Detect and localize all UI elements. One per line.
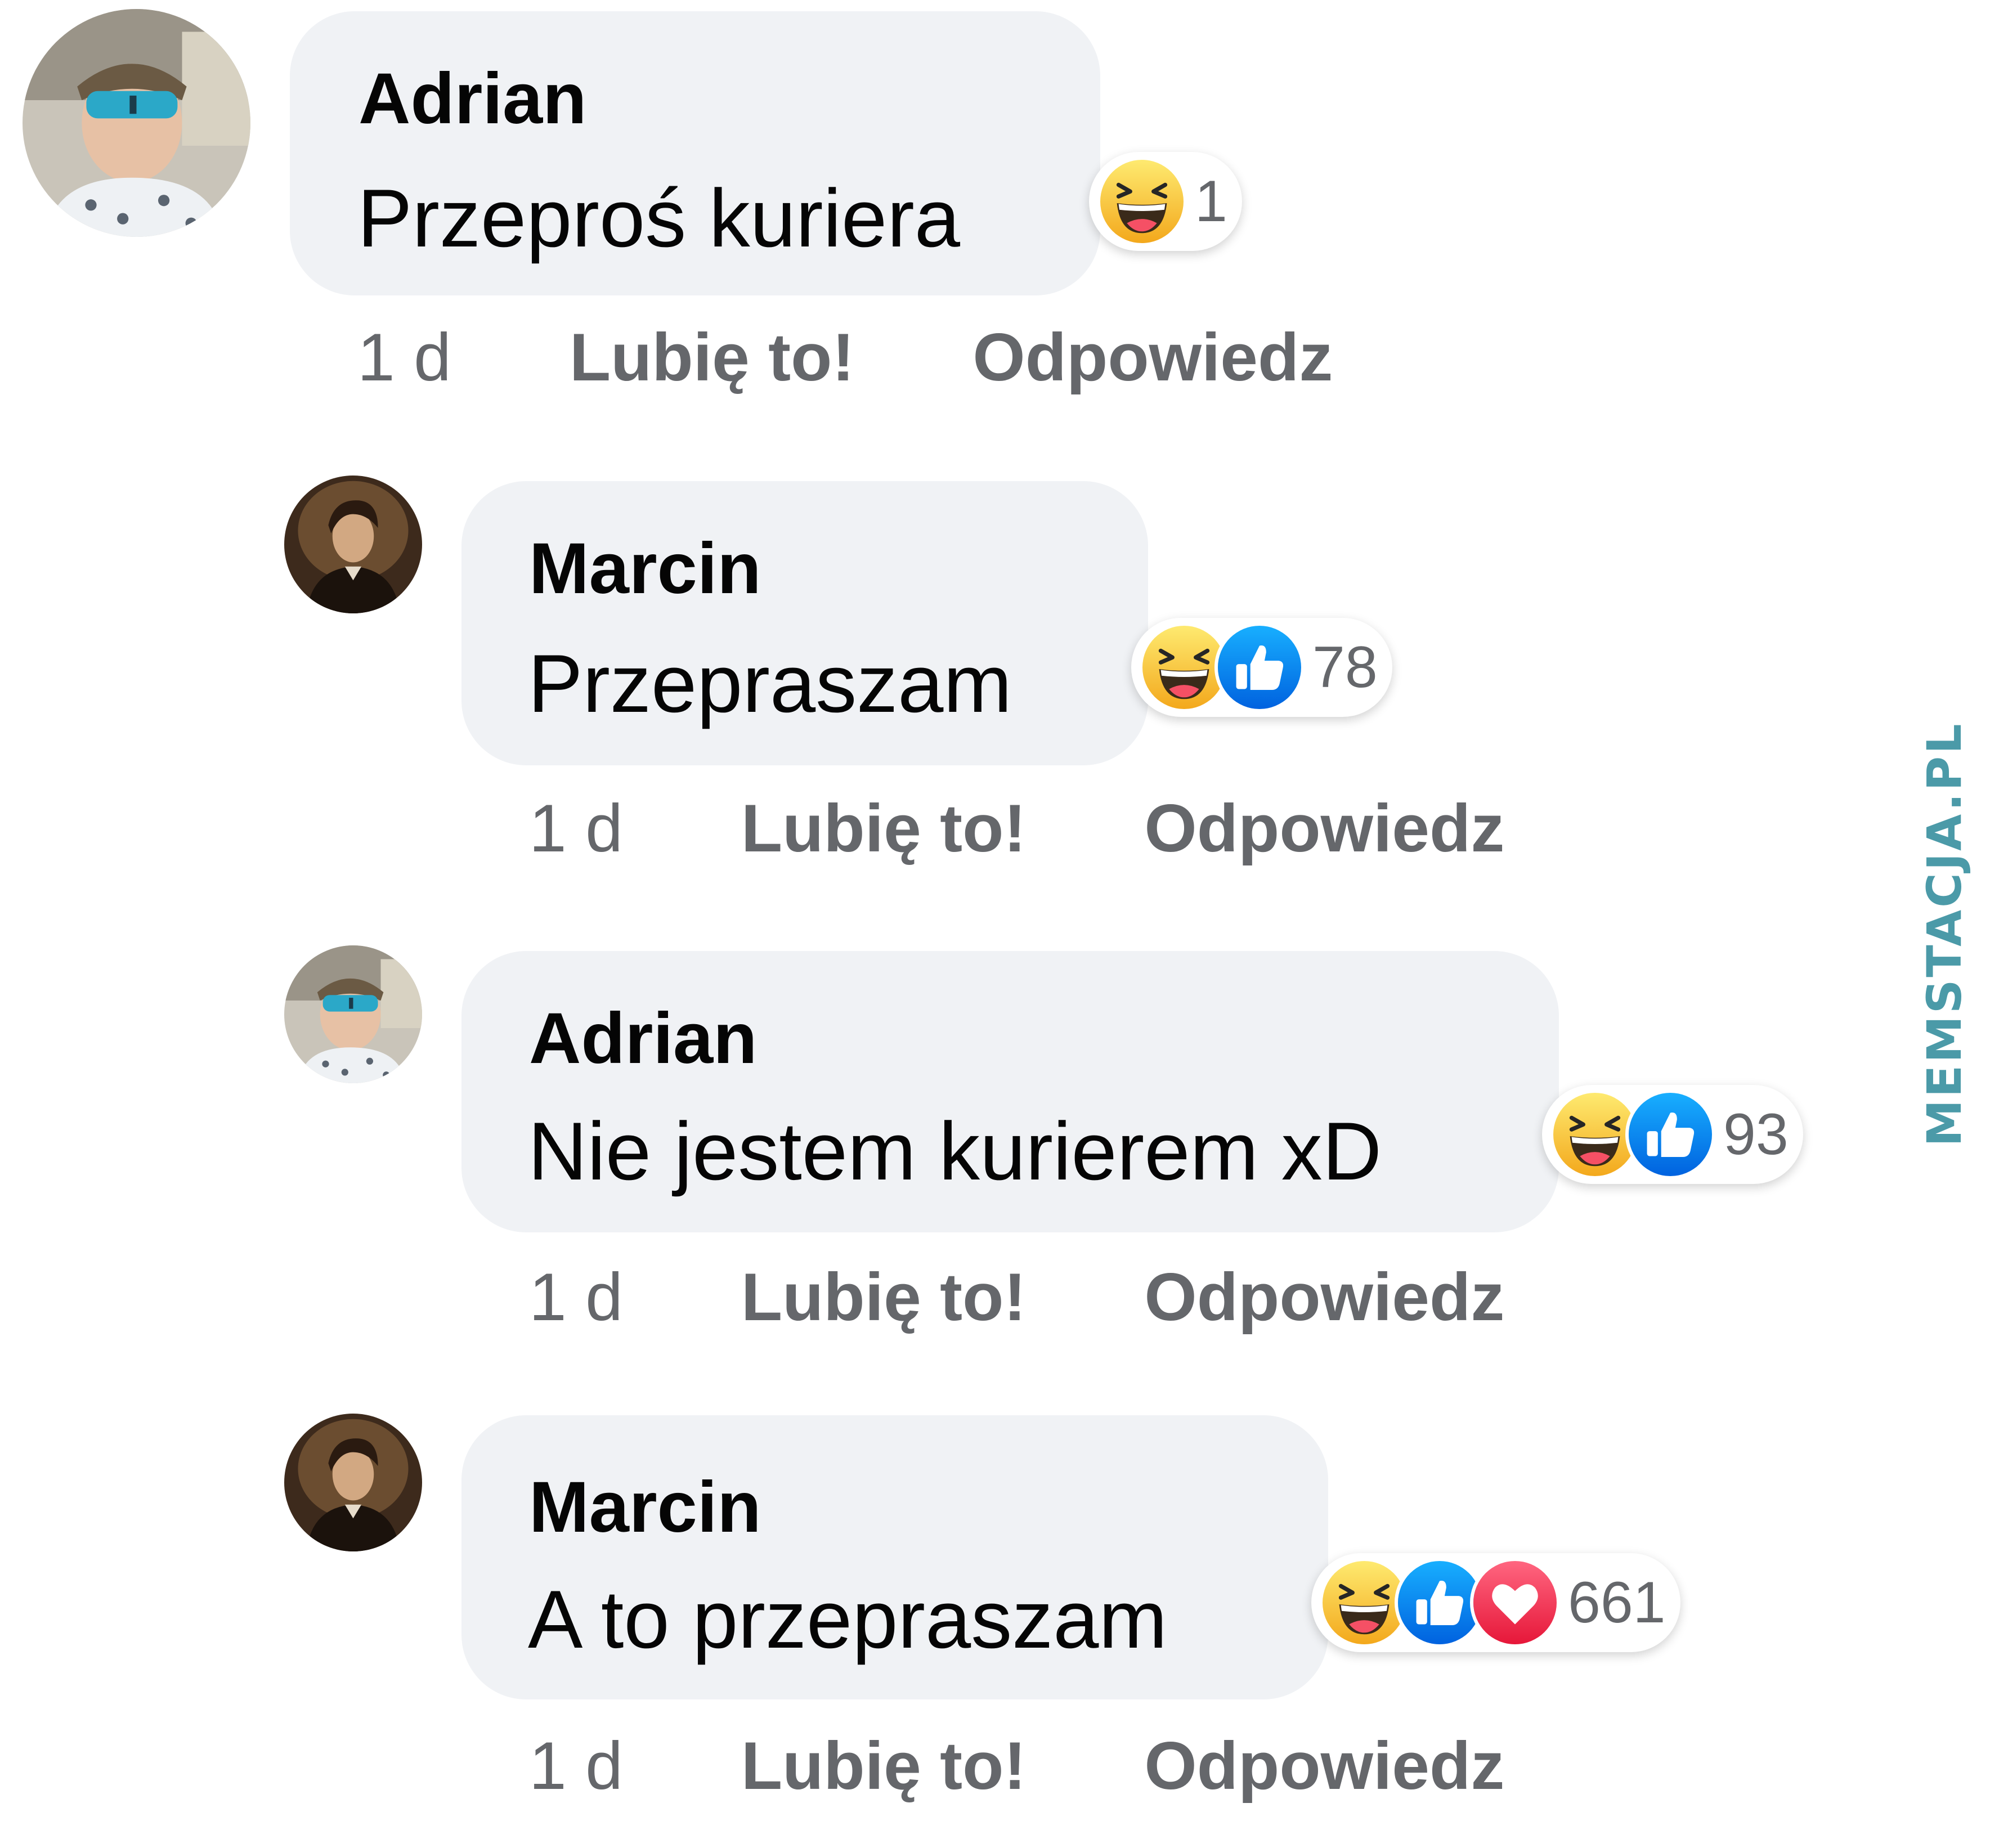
haha-icon	[1097, 156, 1187, 246]
reply-link[interactable]: Odpowiedz	[1144, 1263, 1504, 1331]
avatar[interactable]	[23, 9, 250, 237]
like-link[interactable]: Lubię to!	[570, 324, 855, 391]
comment-timestamp[interactable]: 1 d	[529, 1732, 623, 1800]
like-icon	[1625, 1089, 1715, 1179]
reply-link[interactable]: Odpowiedz	[1144, 1732, 1504, 1800]
comment-author[interactable]: Marcin	[529, 533, 761, 605]
comment-text: Nie jestem kurierem xD	[528, 1105, 1382, 1197]
watermark: MEMSTACJA.PL	[1902, 721, 1987, 1146]
comment-text: Przepraszam	[528, 638, 1012, 729]
comment-timestamp[interactable]: 1 d	[529, 1263, 623, 1331]
reaction-summary[interactable]: 1	[1089, 152, 1242, 251]
like-link[interactable]: Lubię to!	[741, 1263, 1027, 1331]
reaction-count: 1	[1195, 169, 1227, 234]
reaction-summary[interactable]: 78	[1131, 618, 1392, 717]
comment-bubble: Marcin A to przepraszam	[461, 1415, 1328, 1699]
avatar[interactable]	[284, 1414, 422, 1551]
comment-timestamp[interactable]: 1 d	[357, 324, 451, 391]
like-link[interactable]: Lubię to!	[741, 795, 1027, 862]
reaction-count: 93	[1723, 1102, 1789, 1167]
avatar[interactable]	[284, 476, 422, 613]
comment-bubble: Marcin Przepraszam	[461, 481, 1148, 765]
like-link[interactable]: Lubię to!	[741, 1732, 1027, 1800]
like-icon	[1214, 622, 1305, 712]
comment-author[interactable]: Adrian	[358, 63, 586, 135]
comment-text: A to przepraszam	[528, 1573, 1168, 1665]
reply-link[interactable]: Odpowiedz	[972, 324, 1333, 391]
love-icon	[1470, 1558, 1560, 1648]
comment-timestamp[interactable]: 1 d	[529, 795, 623, 862]
comment-text: Przeproś kuriera	[357, 172, 961, 264]
reaction-count: 78	[1312, 635, 1378, 700]
reply-link[interactable]: Odpowiedz	[1144, 795, 1504, 862]
comment-author[interactable]: Marcin	[529, 1472, 761, 1544]
comment-bubble: Adrian Przeproś kuriera	[290, 11, 1100, 295]
reaction-summary[interactable]: 93	[1542, 1085, 1803, 1184]
avatar[interactable]	[284, 945, 422, 1083]
comment-actions: 1 d Lubię to! Odpowiedz	[529, 1263, 1504, 1331]
comment-bubble: Adrian Nie jestem kurierem xD	[461, 951, 1559, 1232]
comment-author[interactable]: Adrian	[529, 1003, 757, 1075]
comment-actions: 1 d Lubię to! Odpowiedz	[357, 324, 1333, 391]
reaction-count: 661	[1568, 1570, 1666, 1635]
comment-actions: 1 d Lubię to! Odpowiedz	[529, 1732, 1504, 1800]
reaction-summary[interactable]: 661	[1311, 1553, 1680, 1652]
watermark-text: MEMSTACJA.PL	[1917, 721, 1972, 1147]
comment-actions: 1 d Lubię to! Odpowiedz	[529, 795, 1504, 862]
